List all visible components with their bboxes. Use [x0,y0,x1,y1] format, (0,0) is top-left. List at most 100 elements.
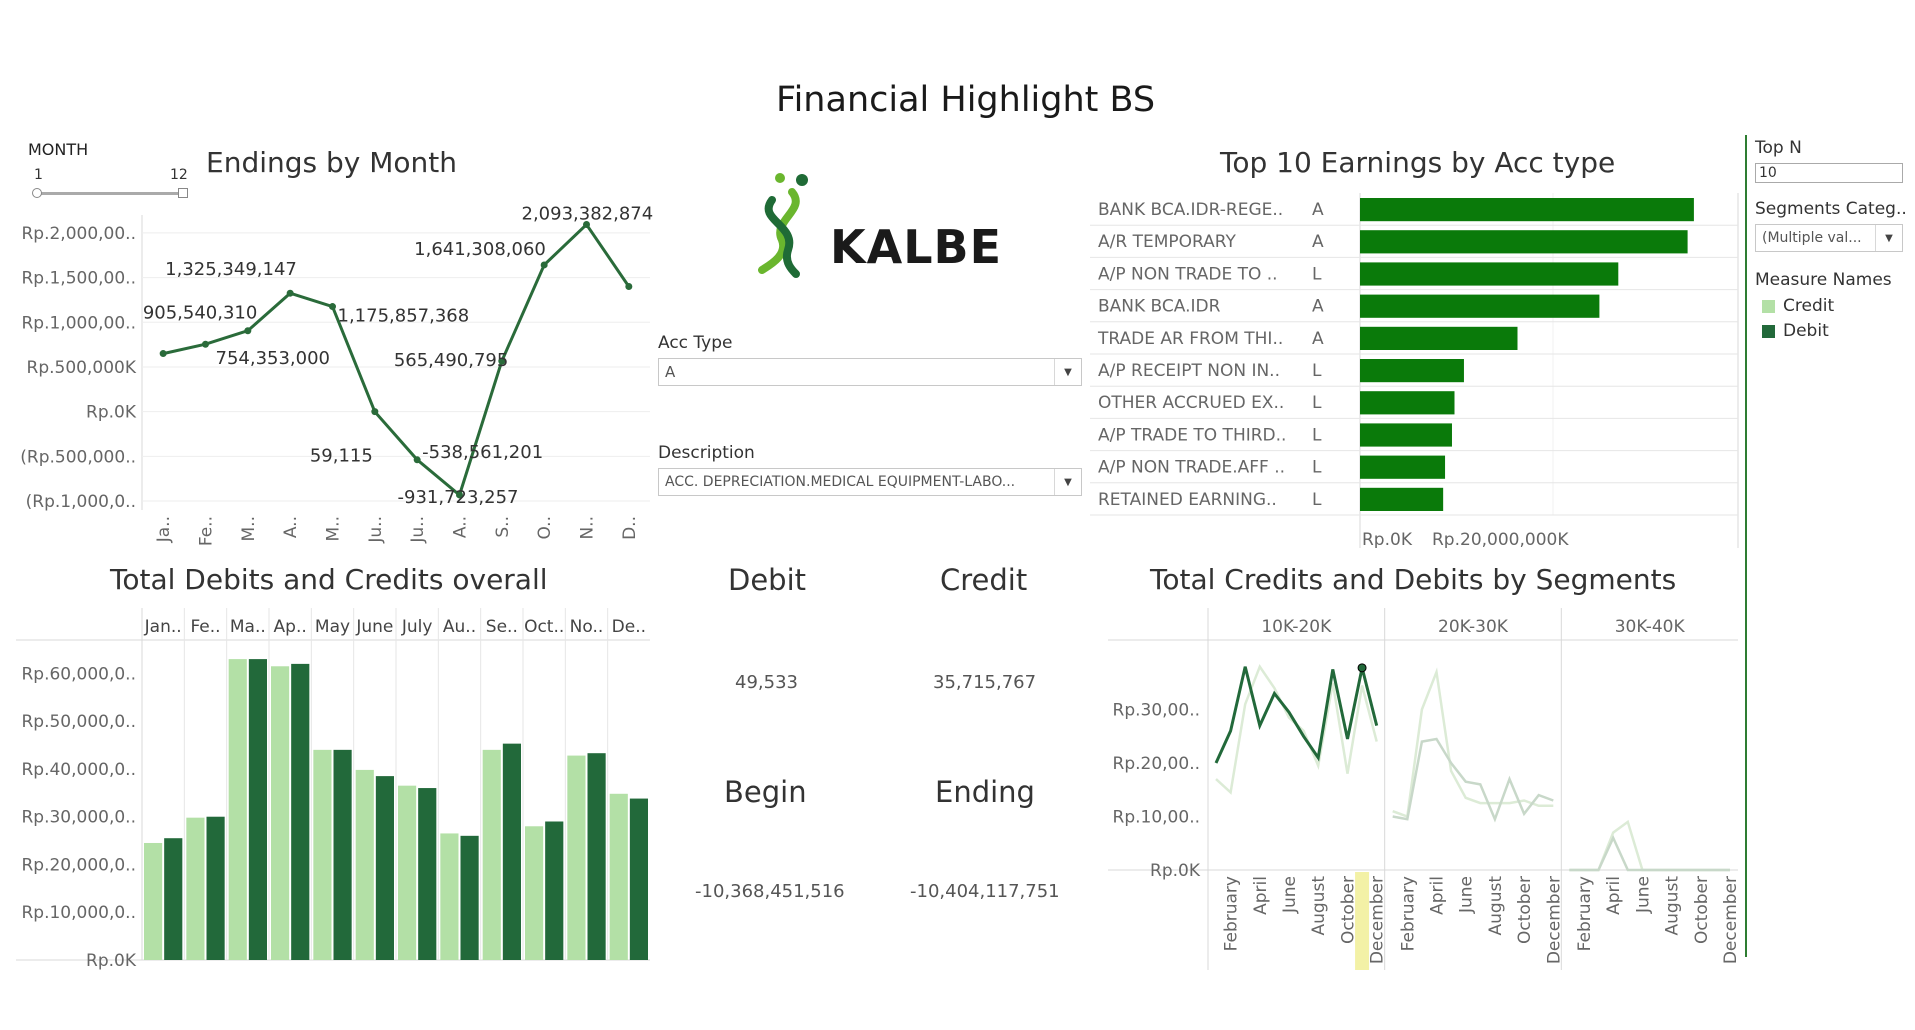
acc-type-label: A [1312,297,1324,317]
legend-item-debit[interactable]: Debit [1762,321,1829,341]
x-tick-label: April [1604,876,1624,915]
chevron-down-icon[interactable]: ▼ [1875,225,1902,251]
endings-point [413,456,421,464]
credit-segment-line [1392,667,1554,819]
category-label: A/P TRADE TO THIRD.. [1098,425,1286,445]
column-header: May [315,617,350,637]
endings-data-label: 2,093,382,874 [522,204,654,225]
credit-bar [271,666,290,960]
top-n-input[interactable]: 10 [1755,163,1903,183]
y-tick-label: Rp.2,000,00.. [21,224,136,244]
column-header: Se.. [486,617,518,637]
x-tick-label: February [1222,876,1242,951]
y-tick-label: Rp.1,500,00.. [21,269,136,289]
segments-value: (Multiple val... [1762,230,1862,246]
x-tick-label: December [1721,876,1740,964]
credit-swatch [1762,299,1775,313]
category-label: TRADE AR FROM THI.. [1097,329,1283,349]
panel-header: 20K-30K [1438,617,1509,637]
kpi-credit-value: 35,715,767 [933,672,1037,693]
x-tick-label: October [1692,876,1712,944]
x-tick-label: June [1280,876,1300,914]
x-tick-label: Rp.0K [1362,530,1413,548]
column-header: Oct.. [524,617,564,637]
x-tick-label: A.. [451,516,471,538]
endings-point [371,408,379,416]
category-label: BANK BCA.IDR-REGE.. [1098,200,1283,220]
legend-item-credit[interactable]: Credit [1762,296,1834,316]
x-tick-label: June [1457,876,1477,914]
credit-bar [355,769,374,960]
credit-bar [313,749,332,960]
acc-type-label: A [1312,200,1324,220]
y-tick-label: Rp.20,00.. [1113,754,1200,774]
acc-type-label: L [1312,425,1322,445]
debits-credits-chart-title: Total Debits and Credits overall [110,563,548,596]
category-label: A/R TEMPORARY [1098,232,1236,252]
credit-bar [398,785,417,960]
y-tick-label: Rp.500,000K [27,358,137,378]
y-tick-label: Rp.50,000,0.. [21,712,136,732]
debit-bar [460,835,479,960]
month-filter[interactable]: MONTH 1 12 [28,140,192,200]
acc-type-label: L [1312,393,1322,413]
y-tick-label: Rp.1,000,00.. [21,313,136,333]
y-tick-label: Rp.60,000,0.. [21,664,136,684]
credit-bar [482,749,501,960]
credit-bar [186,817,205,960]
y-tick-label: Rp.30,00.. [1113,701,1200,721]
y-tick-label: Rp.30,000,0.. [21,808,136,828]
month-filter-label: MONTH [28,140,89,159]
x-tick-label: M.. [324,516,344,541]
chevron-down-icon[interactable]: ▼ [1054,359,1081,385]
credit-bar [567,755,586,960]
x-tick-label: February [1575,876,1595,951]
earnings-bar [1360,423,1452,447]
debit-swatch [1762,324,1775,338]
x-tick-label: A.. [281,516,301,538]
category-label: OTHER ACCRUED EX.. [1098,393,1284,413]
kalbe-helix-icon [758,173,808,278]
debit-bar [418,788,437,960]
x-tick-label: August [1486,876,1506,936]
column-header: Jan.. [144,617,182,637]
x-tick-label: February [1398,876,1418,951]
x-tick-label: S.. [493,516,513,538]
panel-header: 10K-20K [1261,617,1332,637]
column-header: Ap.. [274,617,307,637]
month-filter-min: 1 [34,167,43,183]
endings-chart-title: Endings by Month [206,146,458,179]
endings-data-label: 59,115 [310,446,373,467]
x-tick-label: Fe.. [197,516,217,546]
y-tick-label: (Rp.1,000,0.. [26,492,136,512]
earnings-bar [1360,230,1688,254]
x-tick-label: April [1251,876,1271,915]
endings-data-label: 1,641,308,060 [414,239,546,260]
endings-data-label: 1,175,857,368 [338,306,470,327]
segments-line-chart: Rp.30,00.. Rp.20,00.. Rp.10,00.. Rp.0K 10K-2… [1108,608,1740,970]
page-title: Financial Highlight BS [776,80,1156,120]
debit-bar [164,838,183,960]
x-tick-label: October [1515,876,1535,944]
kpi-credit-label: Credit [940,563,1028,597]
segments-dropdown[interactable]: (Multiple val... ▼ [1755,224,1903,252]
description-dropdown[interactable]: ACC. DEPRECIATION.MEDICAL EQUIPMENT-LABO… [658,468,1082,496]
credit-bar [144,842,163,960]
legend-title: Measure Names [1755,270,1892,290]
endings-point [159,350,167,358]
earnings-bar [1360,262,1619,286]
acc-type-dropdown[interactable]: A ▼ [658,358,1082,386]
y-tick-label: Rp.10,00.. [1113,808,1200,828]
month-filter-max: 12 [170,167,188,183]
endings-point [286,289,294,297]
category-label: RETAINED EARNING.. [1098,490,1277,510]
x-tick-label: Ja.. [154,516,174,543]
acc-type-label: L [1312,490,1322,510]
x-tick-label: N.. [578,516,598,540]
credit-segment-line [1569,819,1730,872]
x-tick-label: April [1427,876,1447,915]
column-header: June [355,617,393,637]
earnings-bar [1360,294,1600,318]
chevron-down-icon[interactable]: ▼ [1054,469,1081,495]
kpi-debit-label: Debit [728,563,807,597]
